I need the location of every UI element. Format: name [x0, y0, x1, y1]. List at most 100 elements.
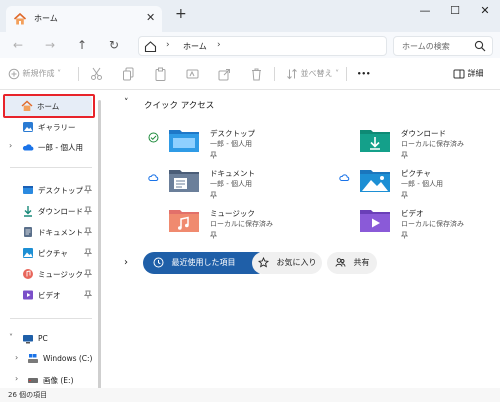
item-name: ビデオ	[401, 209, 424, 218]
back-button[interactable]: ←	[10, 37, 26, 53]
sidebar-item-label: 一郎 - 個人用	[38, 143, 83, 152]
paste-icon[interactable]	[154, 67, 167, 81]
breadcrumb-home[interactable]: ホーム	[183, 41, 207, 52]
home-icon	[13, 12, 27, 25]
rename-icon[interactable]	[186, 67, 199, 81]
sidebar-item-videos[interactable]: ビデオ	[0, 285, 96, 305]
tab-recent[interactable]: 最近使用した項目	[143, 252, 268, 274]
sidebar-item-downloads[interactable]: ダウンロード	[0, 201, 96, 221]
pin-icon[interactable]	[84, 290, 92, 299]
quick-access-item-music[interactable]: ミュージック ローカルに保存済み	[148, 206, 298, 242]
new-tab-button[interactable]: +	[175, 6, 187, 22]
tab-home[interactable]: ホーム ✕	[6, 6, 162, 32]
onedrive-cloud-icon	[22, 144, 34, 151]
tab-favorites[interactable]: お気に入り	[252, 252, 322, 274]
pin-icon[interactable]	[210, 151, 217, 159]
sidebar-item-label: ビデオ	[38, 291, 61, 300]
pictures-folder-icon	[360, 170, 390, 192]
refresh-button[interactable]: ↻	[106, 37, 122, 53]
chevron-right-icon[interactable]: ›	[15, 353, 18, 362]
item-subtitle: ローカルに保存済み	[401, 220, 464, 228]
sidebar-item-onedrive[interactable]: › 一郎 - 個人用	[0, 137, 96, 157]
item-count: 26 個の項目	[8, 391, 48, 399]
forward-button[interactable]: →	[42, 37, 58, 53]
pin-icon[interactable]	[84, 185, 92, 194]
chevron-down-icon[interactable]: ˅	[124, 98, 129, 108]
cut-icon[interactable]	[90, 67, 103, 81]
item-subtitle: 一郎 - 個人用	[210, 140, 252, 148]
toolbar-divider	[78, 67, 79, 81]
pin-icon[interactable]	[84, 227, 92, 236]
sidebar-item-drive-e[interactable]: › 画像 (E:)	[0, 370, 96, 390]
delete-icon[interactable]	[250, 67, 263, 81]
sidebar-item-gallery[interactable]: ギャラリー	[0, 117, 96, 137]
pin-icon[interactable]	[84, 206, 92, 215]
maximize-button[interactable]: ☐	[440, 0, 470, 22]
pin-icon[interactable]	[401, 151, 408, 159]
highlight-box	[3, 94, 95, 118]
search-placeholder: ホームの検索	[402, 42, 450, 51]
up-button[interactable]: ↑	[74, 37, 90, 53]
search-box[interactable]: ホームの検索	[393, 36, 493, 56]
more-options-button[interactable]: •••	[357, 67, 370, 81]
sidebar-item-drive-c[interactable]: › Windows (C:)	[0, 349, 100, 369]
chevron-down-icon[interactable]: ˅	[9, 333, 13, 342]
chevron-right-icon[interactable]: ›	[15, 374, 18, 383]
status-bar: 26 個の項目	[0, 388, 500, 402]
pin-icon[interactable]	[84, 248, 92, 257]
sidebar-item-music[interactable]: ミュージック	[0, 264, 96, 284]
breadcrumb-separator[interactable]: ›	[166, 40, 170, 50]
sidebar-item-label: PC	[38, 334, 48, 343]
chevron-right-icon[interactable]: ›	[124, 257, 128, 268]
item-name: ピクチャ	[401, 169, 431, 178]
sidebar-item-pc[interactable]: ˅ PC	[0, 329, 96, 349]
close-button[interactable]: ✕	[470, 0, 500, 22]
command-bar: 新規作成 ˅ 並べ替え ˅ ••• 詳細	[0, 58, 500, 90]
tab-shared-label: 共有	[353, 258, 370, 267]
chevron-down-icon: ˅	[335, 69, 340, 78]
share-icon[interactable]	[218, 67, 231, 81]
tab-title: ホーム	[34, 14, 58, 23]
pin-icon[interactable]	[210, 231, 217, 239]
minimize-button[interactable]: —	[410, 0, 440, 22]
new-button-label: 新規作成	[22, 69, 55, 78]
quick-access-heading[interactable]: クイック アクセス	[144, 99, 214, 111]
sidebar-divider	[10, 167, 92, 168]
tab-close-button[interactable]: ✕	[146, 11, 155, 24]
pin-icon[interactable]	[210, 191, 217, 199]
sidebar-scrollbar[interactable]	[98, 100, 101, 390]
tab-shared[interactable]: 共有	[327, 252, 377, 274]
pin-icon[interactable]	[401, 191, 408, 199]
sidebar-item-pictures[interactable]: ピクチャ	[0, 243, 96, 263]
pin-icon[interactable]	[401, 231, 408, 239]
sidebar-item-label: 画像 (E:)	[43, 376, 74, 385]
title-bar: ホーム ✕ + — ☐ ✕	[0, 0, 500, 32]
item-subtitle: ローカルに保存済み	[401, 140, 464, 148]
toolbar-divider-3	[346, 67, 347, 81]
pin-icon[interactable]	[84, 269, 92, 278]
quick-access-item-pictures[interactable]: ピクチャ 一郎 - 個人用	[339, 166, 489, 202]
quick-access-item-desktop[interactable]: デスクトップ 一郎 - 個人用	[148, 126, 298, 162]
document-icon	[24, 227, 32, 237]
navigation-bar: ← → ↑ ↻ › ホーム › ホームの検索	[0, 32, 500, 58]
sidebar-item-documents[interactable]: ドキュメント	[0, 222, 96, 242]
address-bar[interactable]: › ホーム ›	[138, 36, 387, 56]
sidebar-item-label: ドキュメント	[38, 228, 83, 237]
sort-button[interactable]: 並べ替え ˅	[286, 67, 339, 81]
sidebar-item-desktop[interactable]: デスクトップ	[0, 180, 96, 200]
quick-access-item-downloads[interactable]: ダウンロード ローカルに保存済み	[339, 126, 489, 162]
music-folder-icon	[169, 210, 199, 232]
search-icon	[474, 40, 486, 52]
quick-access-item-videos[interactable]: ビデオ ローカルに保存済み	[339, 206, 489, 242]
toolbar-divider-2	[274, 67, 275, 81]
quick-access-item-documents[interactable]: ドキュメント 一郎 - 個人用	[148, 166, 298, 202]
tab-recent-label: 最近使用した項目	[171, 258, 236, 267]
video-icon	[23, 290, 33, 300]
pictures-icon	[23, 248, 33, 258]
details-button-label: 詳細	[467, 69, 484, 78]
copy-icon[interactable]	[122, 67, 135, 81]
details-button[interactable]: 詳細	[453, 67, 484, 81]
new-button[interactable]: 新規作成 ˅	[8, 67, 61, 81]
breadcrumb-separator-2[interactable]: ›	[217, 40, 221, 50]
chevron-right-icon[interactable]: ›	[9, 141, 12, 150]
